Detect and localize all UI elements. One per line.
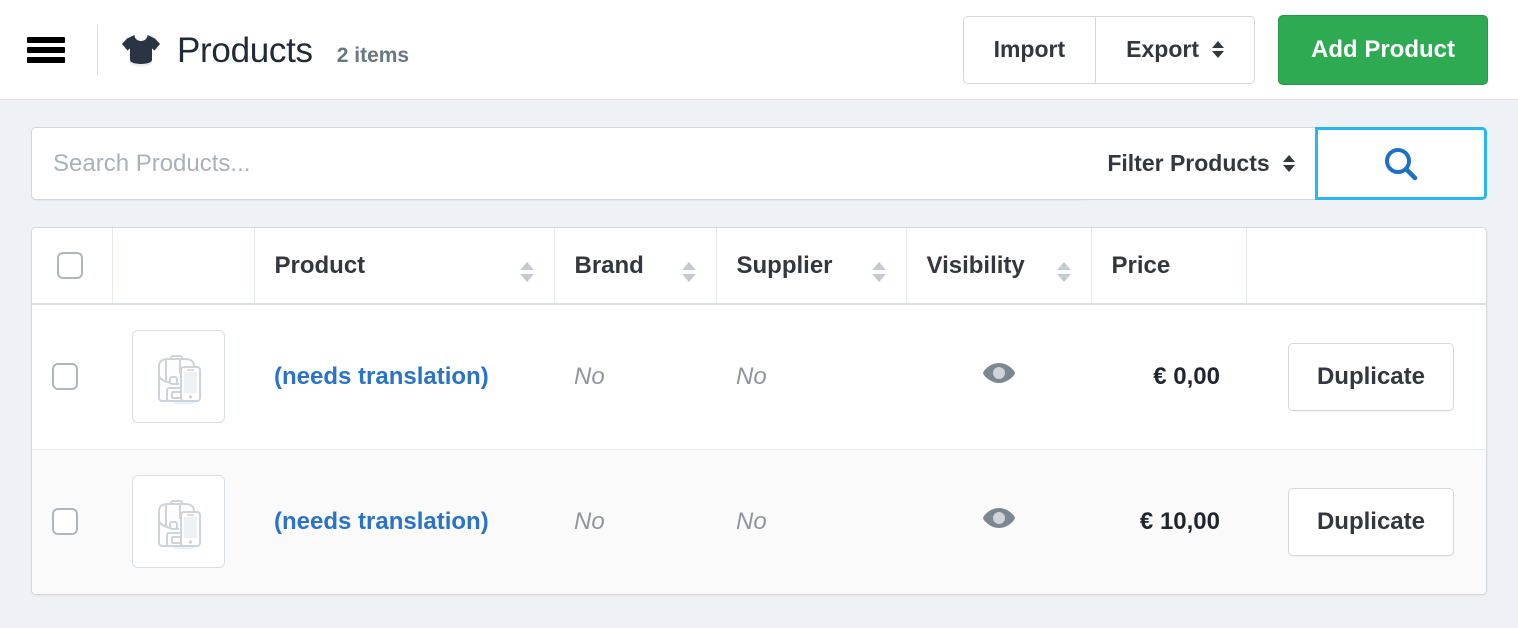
filter-products-label: Filter Products <box>1107 150 1270 176</box>
brand-value: No <box>574 362 605 390</box>
search-input-wrapper[interactable] <box>31 127 1087 200</box>
row-price-cell: € 0,00 <box>1091 304 1246 449</box>
row-product-cell: (needs translation) <box>254 448 554 594</box>
column-header-thumbnail <box>112 228 255 305</box>
product-placeholder-icon <box>157 354 201 404</box>
hamburger-bar <box>27 56 65 63</box>
select-all-checkbox[interactable] <box>57 252 83 279</box>
topbar-actions: Import Export Add Product <box>962 14 1488 85</box>
row-brand-cell: No <box>554 304 716 449</box>
price-value: € 0,00 <box>1153 362 1220 390</box>
export-button[interactable]: Export <box>1095 16 1254 83</box>
search-input[interactable] <box>53 149 1087 178</box>
row-supplier-cell: No <box>716 448 906 594</box>
products-table: Product Brand Supplier Visibility Price … <box>32 228 1486 594</box>
hamburger-bar <box>27 46 65 53</box>
column-header-product-label: Product <box>274 251 366 279</box>
tshirt-icon <box>122 35 160 67</box>
row-visibility-cell <box>906 304 1091 449</box>
eye-icon[interactable] <box>980 505 1018 531</box>
import-export-button-group: Import Export <box>962 15 1255 84</box>
page-title: Products <box>177 31 313 70</box>
chevron-updown-icon <box>1282 155 1295 172</box>
export-button-label: Export <box>1126 36 1199 62</box>
column-header-product[interactable]: Product <box>254 228 555 305</box>
row-select-checkbox[interactable] <box>52 363 78 391</box>
row-thumbnail-cell <box>112 448 254 594</box>
sort-visibility-button[interactable] <box>1039 249 1071 282</box>
column-header-select <box>32 228 113 305</box>
row-select-cell <box>32 304 112 449</box>
search-submit-button[interactable] <box>1315 127 1487 200</box>
sort-supplier-button[interactable] <box>854 249 886 282</box>
filter-products-select[interactable]: Filter Products <box>1087 127 1315 200</box>
row-product-cell: (needs translation) <box>254 304 554 449</box>
row-thumbnail-cell <box>112 304 254 449</box>
column-header-brand[interactable]: Brand <box>554 228 717 305</box>
column-header-supplier-label: Supplier <box>736 251 833 279</box>
supplier-value: No <box>736 507 767 535</box>
add-product-button[interactable]: Add Product <box>1278 14 1488 85</box>
table-header-row: Product Brand Supplier Visibility Price <box>32 228 1486 305</box>
eye-icon[interactable] <box>980 360 1018 386</box>
price-value: € 10,00 <box>1139 507 1220 535</box>
supplier-value: No <box>736 362 767 390</box>
hamburger-icon[interactable] <box>27 36 65 63</box>
duplicate-button[interactable]: Duplicate <box>1287 487 1454 556</box>
chevron-updown-icon <box>1212 41 1224 58</box>
product-placeholder-icon <box>157 499 201 549</box>
column-header-visibility[interactable]: Visibility <box>906 228 1092 305</box>
row-actions-cell: Duplicate <box>1246 304 1486 449</box>
hamburger-bar <box>27 36 65 43</box>
products-table-head: Product Brand Supplier Visibility Price <box>32 228 1486 305</box>
product-thumbnail <box>132 330 225 424</box>
brand-value: No <box>574 507 605 535</box>
top-bar: Products 2 items Import Export Add Produ… <box>0 0 1518 100</box>
row-price-cell: € 10,00 <box>1091 448 1246 594</box>
sort-updown-icon <box>871 262 886 282</box>
row-select-cell <box>32 448 112 594</box>
sort-updown-icon <box>519 262 534 282</box>
import-button[interactable]: Import <box>963 16 1096 83</box>
products-table-body: (needs translation) No No € 0,00 Duplica… <box>32 304 1486 594</box>
row-visibility-cell <box>906 448 1091 594</box>
row-supplier-cell: No <box>716 304 906 449</box>
product-thumbnail <box>132 475 225 569</box>
row-select-checkbox[interactable] <box>52 508 78 536</box>
search-bar: Filter Products <box>31 127 1487 200</box>
column-header-price: Price <box>1091 228 1247 305</box>
duplicate-button[interactable]: Duplicate <box>1287 342 1454 411</box>
sort-updown-icon <box>1056 262 1071 282</box>
duplicate-button-label: Duplicate <box>1316 362 1425 390</box>
add-product-button-label: Add Product <box>1311 35 1455 63</box>
page-title-block: Products 2 items <box>121 28 409 71</box>
duplicate-button-label: Duplicate <box>1316 507 1425 535</box>
main-content: Filter Products <box>0 100 1518 628</box>
search-icon <box>1385 147 1418 180</box>
product-name-link[interactable]: (needs translation) <box>274 508 489 535</box>
column-header-price-label: Price <box>1111 251 1171 279</box>
table-row: (needs translation) No No <box>32 304 1486 449</box>
column-header-supplier[interactable]: Supplier <box>716 228 907 305</box>
products-table-card: Product Brand Supplier Visibility Price … <box>31 227 1487 595</box>
column-header-visibility-label: Visibility <box>926 251 1025 279</box>
table-row: (needs translation) No No <box>32 448 1486 594</box>
sort-brand-button[interactable] <box>664 249 696 282</box>
row-brand-cell: No <box>554 448 716 594</box>
sort-updown-icon <box>681 262 696 282</box>
column-header-actions <box>1246 228 1486 305</box>
import-button-label: Import <box>993 36 1066 62</box>
product-name-link[interactable]: (needs translation) <box>274 363 489 390</box>
topbar-divider <box>97 24 98 75</box>
row-actions-cell: Duplicate <box>1246 448 1486 594</box>
item-count: 2 items <box>336 44 410 67</box>
sort-product-button[interactable] <box>502 249 534 282</box>
column-header-brand-label: Brand <box>574 251 644 279</box>
